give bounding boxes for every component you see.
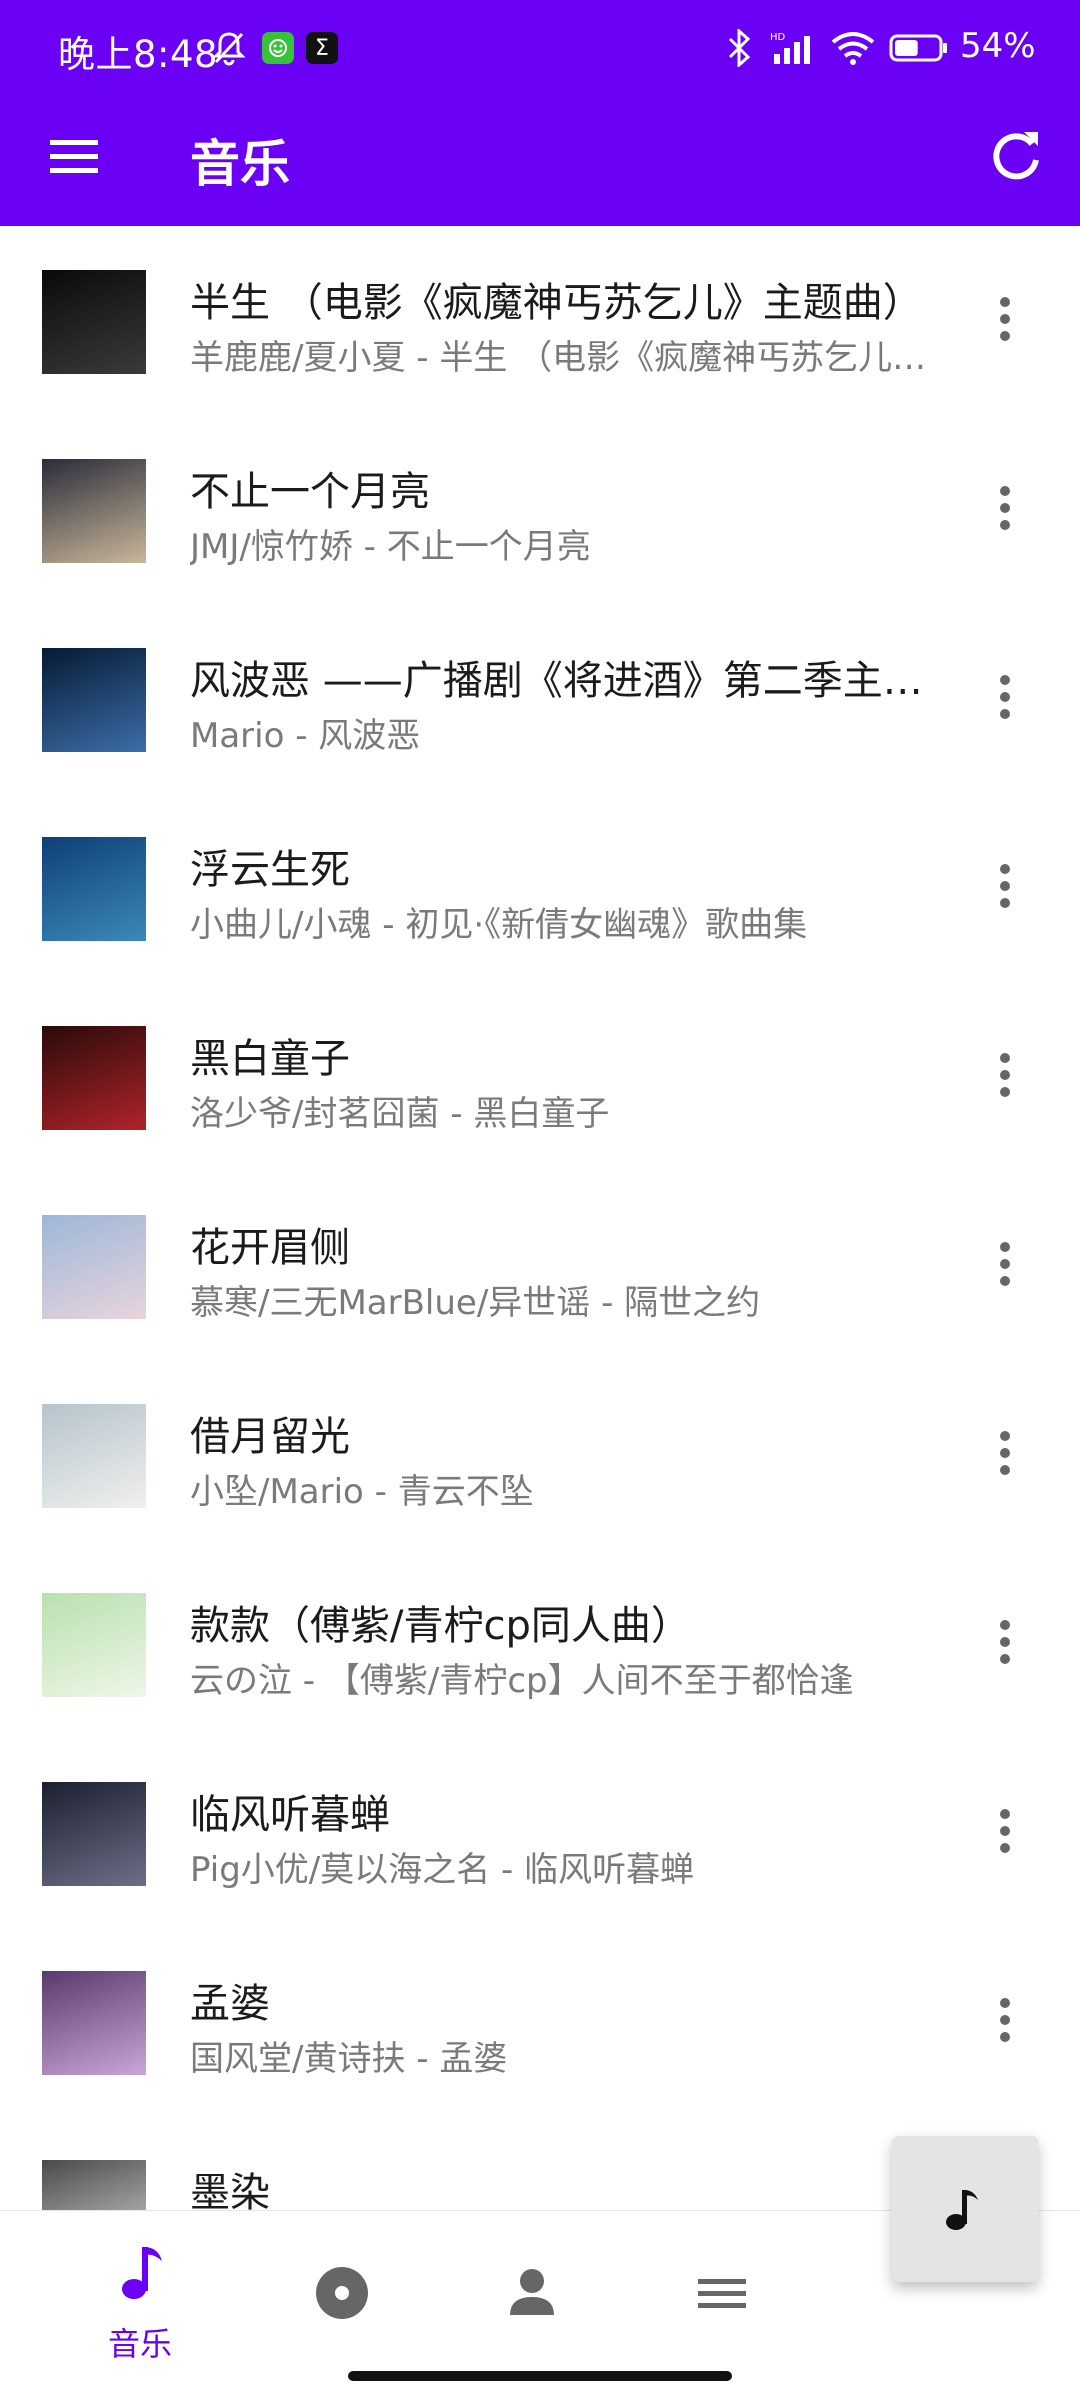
page-title: 音乐: [190, 135, 290, 193]
song-title: 花开眉侧: [190, 1225, 350, 1271]
song-artist-album: JMJ/惊竹娇 - 不止一个月亮: [190, 527, 591, 567]
wifi-icon: [830, 28, 876, 68]
more-options-icon[interactable]: [990, 1615, 1020, 1675]
song-title: 款款（傅紫/青柠cp同人曲）: [190, 1603, 691, 1649]
song-title: 借月留光: [190, 1414, 350, 1460]
more-options-icon[interactable]: [990, 1993, 1020, 2053]
refresh-icon: [993, 132, 1039, 180]
song-list[interactable]: 半生 （电影《疯魔神丐苏乞儿》主题曲） 羊鹿鹿/夏小夏 - 半生 （电影《疯魔神丐…: [0, 226, 1080, 2210]
bluetooth-icon: [722, 28, 756, 68]
song-row[interactable]: 花开眉侧慕寒/三无MarBlue/异世谣 - 隔世之约: [0, 1171, 1080, 1360]
signal-icon: HD: [770, 28, 822, 68]
album-cover: [42, 1404, 146, 1508]
song-artist-album: 国风堂/黄诗扶 - 孟婆: [190, 2039, 508, 2079]
app-notification-icon: [262, 32, 294, 64]
song-title: 孟婆: [190, 1981, 270, 2027]
album-cover: [42, 837, 146, 941]
drawer-menu-button[interactable]: [44, 126, 104, 186]
song-title: 风波恶 ——广播剧《将进酒》第二季主题曲: [190, 658, 930, 704]
more-options-icon[interactable]: [990, 1426, 1020, 1486]
song-title: 黑白童子: [190, 1036, 350, 1082]
more-options-icon[interactable]: [990, 859, 1020, 919]
svg-text:HD: HD: [770, 32, 786, 43]
song-artist-album: 小坠/Mario - 青云不坠: [190, 1472, 534, 1512]
more-options-icon[interactable]: [990, 670, 1020, 730]
nav-label: 音乐: [107, 2325, 172, 2363]
battery-icon: [888, 28, 950, 68]
song-artist-album: 洛少爷/封茗囧菌 - 黑白童子: [190, 1094, 610, 1134]
album-cover: [42, 1026, 146, 1130]
now-playing-button[interactable]: [892, 2136, 1038, 2282]
album-cover: [42, 459, 146, 563]
album-cover: [42, 1782, 146, 1886]
song-row[interactable]: 黑白童子洛少爷/封茗囧菌 - 黑白童子: [0, 982, 1080, 1171]
bell-muted-icon: [210, 28, 248, 68]
disc-icon: [302, 2253, 382, 2333]
album-cover: [42, 270, 146, 374]
more-options-icon[interactable]: [990, 481, 1020, 541]
song-row[interactable]: 不止一个月亮 JMJ/惊竹娇 - 不止一个月亮: [0, 415, 1080, 604]
song-title: 临风听暮蝉: [190, 1792, 390, 1838]
song-row[interactable]: 孟婆国风堂/黄诗扶 - 孟婆: [0, 1927, 1080, 2116]
more-options-icon[interactable]: [990, 1237, 1020, 1297]
more-options-icon[interactable]: [990, 1048, 1020, 1108]
song-title: 墨染: [190, 2170, 270, 2210]
person-icon: [492, 2253, 572, 2333]
song-title: 不止一个月亮: [190, 469, 430, 515]
battery-percent: 54%: [960, 26, 1036, 66]
menu-icon: [682, 2253, 762, 2333]
album-cover: [42, 1971, 146, 2075]
more-options-icon[interactable]: [990, 1804, 1020, 1864]
song-row[interactable]: 款款（傅紫/青柠cp同人曲） 云の泣 - 【傅紫/青柠cp】人间不至于都恰逢: [0, 1549, 1080, 1738]
status-bar: 晚上8:48 Σ HD 54%: [0, 0, 1080, 96]
top-bar: 晚上8:48 Σ HD 54% 音乐: [0, 0, 1080, 226]
album-cover: [42, 1593, 146, 1697]
home-indicator[interactable]: [348, 2371, 732, 2381]
music-note-icon: [946, 2190, 978, 2230]
status-time: 晚上8:48: [58, 33, 219, 76]
song-row[interactable]: 临风听暮蝉 Pig小优/莫以海之名 - 临风听暮蝉: [0, 1738, 1080, 1927]
hamburger-menu-icon: [50, 140, 98, 173]
album-cover: [42, 648, 146, 752]
song-artist-album: 羊鹿鹿/夏小夏 - 半生 （电影《疯魔神丐苏乞儿》主题曲）: [190, 338, 930, 378]
refresh-button[interactable]: [984, 124, 1048, 188]
song-artist-album: 云の泣 - 【傅紫/青柠cp】人间不至于都恰逢: [190, 1661, 854, 1701]
sigma-app-icon: Σ: [306, 32, 338, 64]
song-artist-album: Mario - 风波恶: [190, 716, 421, 756]
app-bar: 音乐: [0, 96, 1080, 226]
song-title: 半生 （电影《疯魔神丐苏乞儿》主题曲）: [190, 280, 923, 326]
album-cover: [42, 2160, 146, 2210]
song-artist-album: Pig小优/莫以海之名 - 临风听暮蝉: [190, 1850, 695, 1890]
nav-item-disc[interactable]: [262, 2231, 422, 2351]
song-artist-album: 小曲儿/小魂 - 初见·《新倩女幽魂》歌曲集: [190, 905, 808, 945]
more-options-icon[interactable]: [990, 292, 1020, 352]
song-row[interactable]: 半生 （电影《疯魔神丐苏乞儿》主题曲） 羊鹿鹿/夏小夏 - 半生 （电影《疯魔神丐…: [0, 226, 1080, 415]
nav-item-music-note[interactable]: 音乐: [60, 2231, 220, 2363]
nav-item-menu[interactable]: [642, 2231, 802, 2351]
song-row[interactable]: 借月留光小坠/Mario - 青云不坠: [0, 1360, 1080, 1549]
album-cover: [42, 1215, 146, 1319]
song-row[interactable]: 风波恶 ——广播剧《将进酒》第二季主题曲 Mario - 风波恶: [0, 604, 1080, 793]
song-artist-album: 慕寒/三无MarBlue/异世谣 - 隔世之约: [190, 1283, 761, 1323]
music-note-icon: [100, 2233, 180, 2313]
nav-item-person[interactable]: [452, 2231, 612, 2351]
song-row[interactable]: 浮云生死小曲儿/小魂 - 初见·《新倩女幽魂》歌曲集: [0, 793, 1080, 982]
song-title: 浮云生死: [190, 847, 350, 893]
